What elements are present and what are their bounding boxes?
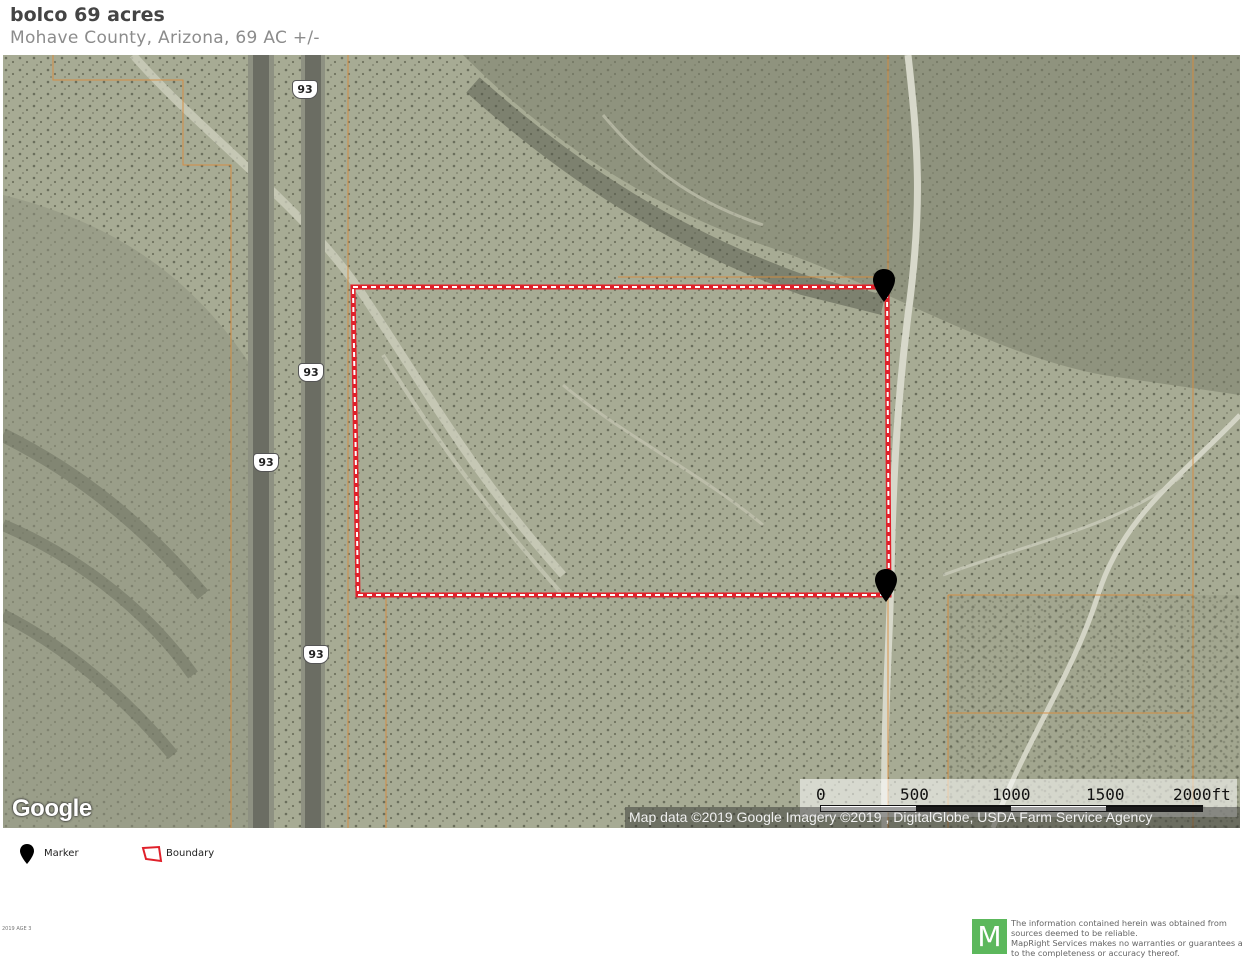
property-boundary[interactable] (3, 55, 1240, 828)
google-logo: Google (12, 795, 92, 822)
map-subtitle: Mohave County, Arizona, 69 AC +/- (10, 28, 320, 48)
scale-label: 0 (816, 785, 826, 804)
disclaimer: The information contained herein was obt… (1011, 918, 1242, 958)
scale-label: 2000ft (1173, 785, 1231, 804)
highway-shield: 93 (303, 645, 329, 664)
boundary-legend-icon (141, 845, 163, 863)
map-attribution[interactable]: Map data ©2019 Google Imagery ©2019 , Di… (625, 807, 1240, 828)
map-pin-icon[interactable] (871, 268, 897, 304)
highway-shield: 93 (253, 453, 279, 472)
highway-shield: 93 (298, 363, 324, 382)
legend-boundary-label: Boundary (166, 848, 215, 859)
map-title: bolco 69 acres (10, 4, 165, 26)
scale-label: 500 (900, 785, 929, 804)
disclaimer-line: to the completeness or accuracy thereof. (1011, 948, 1180, 958)
highway-shield: 93 (292, 80, 318, 99)
satellite-map[interactable]: 93 93 93 93 Google 0 500 1000 1500 2000f… (3, 55, 1240, 828)
map-pin-icon[interactable] (873, 568, 899, 604)
disclaimer-line: sources deemed to be reliable. (1011, 928, 1138, 938)
scale-label: 1500 (1086, 785, 1125, 804)
legend-marker-label: Marker (44, 848, 79, 859)
marker-legend-icon (20, 844, 34, 864)
footer-code: 2019 AGE 3 (2, 926, 32, 932)
disclaimer-line: The information contained herein was obt… (1011, 918, 1227, 928)
mapright-logo: M (972, 919, 1007, 954)
scale-label: 1000 (992, 785, 1031, 804)
disclaimer-line: MapRight Services makes no warranties or… (1011, 938, 1242, 948)
